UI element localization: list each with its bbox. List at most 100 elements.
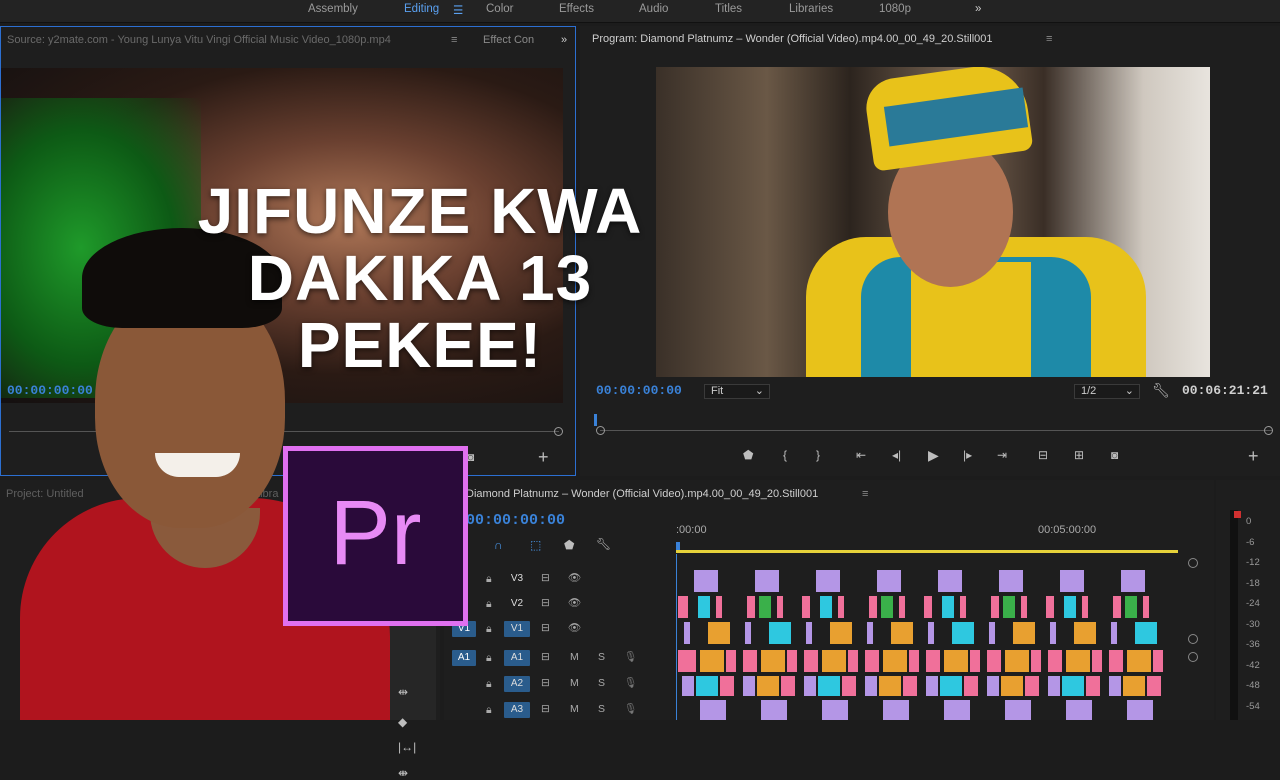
sync-lock-icon[interactable]: ⊟ [541,677,550,689]
source-patch[interactable]: A1 [452,650,476,666]
microphone-icon[interactable]: 🎙︎ [624,676,637,689]
more-workspaces-icon[interactable]: » [975,3,981,15]
lift-icon[interactable]: ⊟ [1038,448,1048,462]
track-target[interactable]: A3 [504,702,530,718]
play-icon[interactable]: ▶ [928,447,939,464]
timeline-timecode[interactable]: 00:00:00:00 [466,512,565,529]
mute-button[interactable]: M [570,703,579,715]
microphone-icon[interactable]: 🎙︎ [624,702,637,715]
clip-a1[interactable] [804,650,818,672]
clip-a2[interactable] [804,676,816,696]
timeline-scroll-handle-mid[interactable] [1188,634,1198,644]
clip-v2[interactable] [838,596,844,618]
clip-a1[interactable] [1031,650,1041,672]
clip-v2[interactable] [1064,596,1076,618]
go-to-out-icon[interactable]: ⇥ [997,448,1007,462]
export-frame-camera-icon[interactable]: ◙ [1111,448,1118,462]
clip-a1[interactable] [726,650,736,672]
effect-controls-tab[interactable]: Effect Con [483,34,534,46]
clip-a3[interactable] [883,700,909,720]
clip-a1[interactable] [865,650,879,672]
source-patch[interactable] [452,702,476,718]
track-target[interactable]: A2 [504,676,530,692]
clip-a1[interactable] [700,650,724,672]
clip-a1[interactable] [848,650,858,672]
razor-icon[interactable]: ◆ [398,715,407,729]
clip-v1[interactable] [1050,622,1056,644]
clip-a2[interactable] [1025,676,1039,696]
clip-a2[interactable] [720,676,734,696]
program-scrubber[interactable] [600,430,1272,431]
clip-v1[interactable] [952,622,974,644]
clip-v2[interactable] [942,596,954,618]
lock-icon[interactable]: 🔒︎ [486,678,492,691]
clip-a1[interactable] [909,650,919,672]
mark-out-icon[interactable]: } [816,448,820,462]
eye-icon[interactable]: 👁︎ [568,596,581,609]
clip-a2[interactable] [696,676,718,696]
sync-lock-icon[interactable]: ⊟ [541,651,550,663]
clip-a2[interactable] [682,676,694,696]
ripple-edit-icon[interactable]: |↔| [398,740,416,754]
clip-v1[interactable] [1111,622,1117,644]
clip-a1[interactable] [787,650,797,672]
clip-a2[interactable] [842,676,856,696]
clip-v1[interactable] [1013,622,1035,644]
workspace-menu-icon[interactable]: ☰ [453,3,463,17]
workspace-1080p[interactable]: 1080p [879,3,911,15]
add-marker-icon[interactable]: ⬟ [743,448,753,462]
clip-v2[interactable] [1113,596,1121,618]
film-icon[interactable]: ⊟ [541,622,550,634]
solo-button[interactable]: S [598,703,605,715]
clip-v3[interactable] [816,570,840,592]
clip-a2[interactable] [743,676,755,696]
snap-magnet-icon[interactable]: ∩ [494,538,503,552]
lock-icon[interactable]: 🔒︎ [486,573,492,586]
clip-v2[interactable] [698,596,710,618]
clip-a1[interactable] [926,650,940,672]
clip-v1[interactable] [1074,622,1096,644]
clip-v2[interactable] [747,596,755,618]
clip-a1[interactable] [1092,650,1102,672]
mute-button[interactable]: M [570,651,579,663]
clip-a1[interactable] [883,650,907,672]
clip-v2[interactable] [991,596,999,618]
clip-a2[interactable] [1048,676,1060,696]
clip-a2[interactable] [1123,676,1145,696]
clip-v2[interactable] [869,596,877,618]
clip-a2[interactable] [1147,676,1161,696]
film-icon[interactable]: ⊟ [541,597,550,609]
clip-v2[interactable] [759,596,771,618]
clip-v1[interactable] [830,622,852,644]
clip-v2[interactable] [1003,596,1015,618]
source-export-frame-icon[interactable]: ◙ [467,450,474,464]
workspace-editing[interactable]: Editing [404,3,439,15]
program-settings-wrench-icon[interactable]: 🔧︎ [1152,382,1170,399]
source-add-button-icon[interactable]: + [538,447,549,468]
linked-selection-icon[interactable]: ⬚ [530,538,541,552]
program-zoom-select[interactable]: Fit ⌄ [704,384,770,399]
clip-v1[interactable] [1135,622,1157,644]
clip-v2[interactable] [802,596,810,618]
program-resolution-select[interactable]: 1/2 ⌄ [1074,384,1140,399]
clip-v2[interactable] [1125,596,1137,618]
clip-v2[interactable] [1046,596,1054,618]
lock-icon[interactable]: 🔒︎ [486,652,492,665]
clip-a1[interactable] [822,650,846,672]
clip-a2[interactable] [865,676,877,696]
solo-button[interactable]: S [598,677,605,689]
mute-button[interactable]: M [570,677,579,689]
clip-a3[interactable] [1127,700,1153,720]
clip-v3[interactable] [755,570,779,592]
timeline-scroll-handle-bottom[interactable] [1188,652,1198,662]
clip-v2[interactable] [716,596,722,618]
program-zoom-handle-right[interactable] [1264,426,1273,435]
clip-a1[interactable] [678,650,686,672]
slip-icon[interactable]: ⇼ [398,766,408,780]
clip-v1[interactable] [769,622,791,644]
source-patch[interactable] [452,676,476,692]
eye-icon[interactable]: 👁︎ [568,621,581,634]
clip-a3[interactable] [1066,700,1092,720]
solo-button[interactable]: S [598,651,605,663]
clip-a2[interactable] [1109,676,1121,696]
